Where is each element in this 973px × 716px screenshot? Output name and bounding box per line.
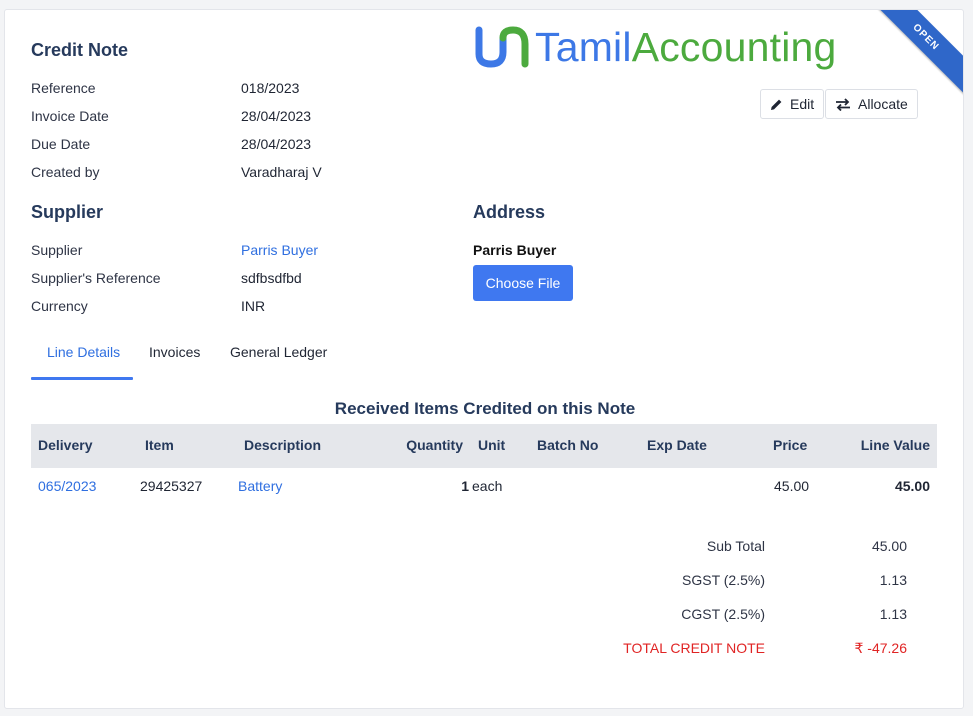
credit-note-card: Credit Note TamilAccounting OPEN Edit Al… <box>4 9 964 709</box>
active-tab-indicator <box>31 377 133 380</box>
supplier-reference-value: sdfbsdfbd <box>241 270 302 286</box>
supplier-label: Supplier <box>31 242 83 258</box>
reference-value: 018/2023 <box>241 80 300 96</box>
unit-cell: each <box>472 478 503 494</box>
address-section-title: Address <box>473 202 546 222</box>
pencil-icon <box>771 99 782 110</box>
line-value-cell: 45.00 <box>894 478 930 494</box>
due-date-label: Due Date <box>31 136 91 152</box>
reference-label: Reference <box>31 80 96 96</box>
supplier-section-title: Supplier <box>31 202 104 222</box>
choose-file-button[interactable]: Choose File <box>473 265 573 301</box>
supplier-reference-label: Supplier's Reference <box>31 270 161 286</box>
edit-button[interactable]: Edit <box>760 89 825 119</box>
currency-value: INR <box>241 298 266 314</box>
description-link[interactable]: Battery <box>238 478 282 494</box>
allocate-button[interactable]: Allocate <box>825 89 918 119</box>
page-title: Credit Note <box>31 40 129 60</box>
created-by-label: Created by <box>31 164 100 180</box>
column-header-item: Item <box>145 437 174 453</box>
table-row: 065/2023 29425327 Battery 1 each 45.00 4… <box>31 468 937 508</box>
invoice-date-label: Invoice Date <box>31 108 109 124</box>
table-header: Delivery Item Description Quantity Unit … <box>31 424 937 468</box>
sgst-label: SGST (2.5%) <box>682 572 765 588</box>
column-header-batch-no: Batch No <box>537 437 599 453</box>
created-by-value: Varadharaj V <box>241 164 322 180</box>
exchange-arrows-icon <box>836 97 850 111</box>
invoice-date-value: 28/04/2023 <box>241 108 312 124</box>
column-header-exp-date: Exp Date <box>647 437 707 453</box>
total-credit-note-label: TOTAL CREDIT NOTE <box>623 640 765 656</box>
sgst-value: 1.13 <box>879 572 907 588</box>
delivery-link[interactable]: 065/2023 <box>38 478 96 494</box>
address-name: Parris Buyer <box>473 242 557 258</box>
item-cell: 29425327 <box>140 478 203 494</box>
due-date-value: 28/04/2023 <box>241 136 312 152</box>
column-header-description: Description <box>244 437 322 453</box>
table-caption: Received Items Credited on this Note <box>334 399 636 418</box>
sub-total-value: 45.00 <box>871 538 907 554</box>
column-header-unit: Unit <box>478 437 506 453</box>
cgst-value: 1.13 <box>879 606 907 622</box>
sub-total-label: Sub Total <box>706 538 765 554</box>
tab-invoices[interactable]: Invoices <box>149 344 200 360</box>
quantity-cell: 1 <box>461 478 469 494</box>
total-credit-note-value: ₹ -47.26 <box>854 640 908 656</box>
logo-text-tamil: Tamil <box>535 23 632 70</box>
tab-line-details[interactable]: Line Details <box>47 344 120 360</box>
column-header-delivery: Delivery <box>38 437 93 453</box>
status-ribbon: OPEN <box>863 10 963 100</box>
column-header-quantity: Quantity <box>406 437 463 453</box>
logo-mark-icon <box>475 26 529 68</box>
price-cell: 45.00 <box>774 478 810 494</box>
column-header-line-value: Line Value <box>860 437 930 453</box>
currency-label: Currency <box>31 298 88 314</box>
supplier-link[interactable]: Parris Buyer <box>241 242 318 258</box>
logo-text-accounting: Accounting <box>631 23 837 70</box>
edit-button-label: Edit <box>790 96 815 112</box>
column-header-price: Price <box>773 437 808 453</box>
cgst-label: CGST (2.5%) <box>681 606 765 622</box>
tamilaccounting-logo: TamilAccounting <box>473 22 837 72</box>
tab-general-ledger[interactable]: General Ledger <box>230 344 327 360</box>
allocate-button-label: Allocate <box>858 96 908 112</box>
